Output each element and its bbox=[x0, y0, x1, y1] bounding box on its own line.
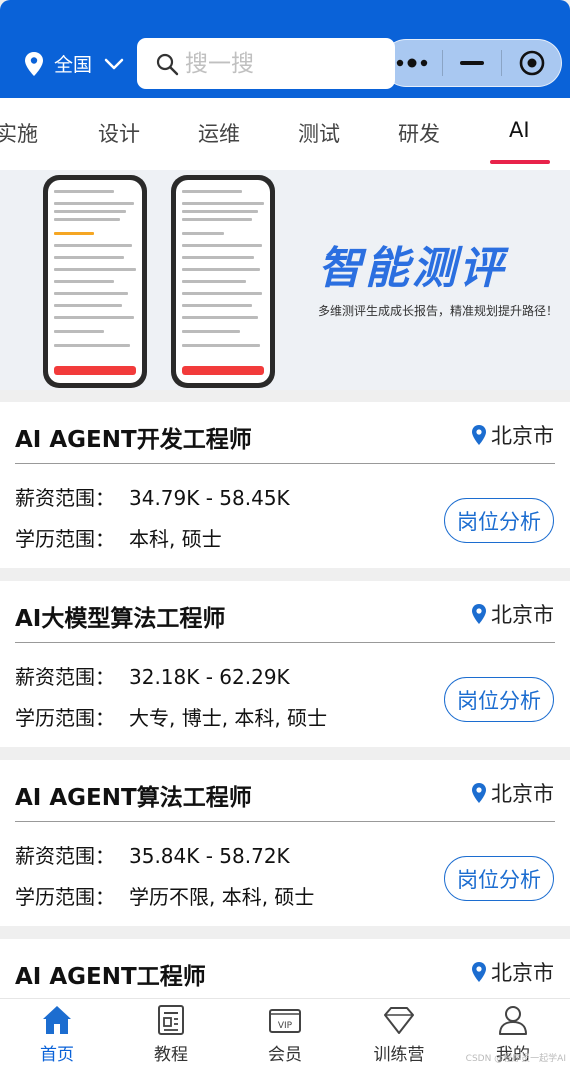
minimize-button[interactable] bbox=[443, 39, 502, 87]
miniprogram-capsule bbox=[382, 39, 562, 87]
city-label: 北京市 bbox=[491, 961, 554, 985]
nav-vip[interactable]: VIP 会员 bbox=[235, 1003, 335, 1067]
job-card[interactable]: AI AGENT工程师 北京市 bbox=[0, 939, 570, 998]
phone-screen bbox=[48, 180, 142, 383]
job-analysis-button[interactable]: 岗位分析 bbox=[444, 677, 554, 722]
minimize-icon bbox=[460, 61, 485, 65]
user-icon bbox=[499, 1006, 527, 1035]
city-label: 北京市 bbox=[491, 782, 554, 806]
salary-row: 薪资范围： 34.79K - 58.45K bbox=[15, 482, 290, 511]
search-box[interactable] bbox=[137, 38, 395, 89]
education-row: 学历范围： 学历不限, 本科, 硕士 bbox=[15, 881, 314, 910]
nav-home[interactable]: 首页 bbox=[7, 1003, 107, 1067]
top-header: 全国 bbox=[0, 0, 570, 98]
job-city: 北京市 bbox=[471, 420, 554, 450]
card-divider bbox=[15, 821, 555, 822]
job-card[interactable]: AI AGENT算法工程师 北京市 薪资范围： 35.84K - 58.72K 学… bbox=[0, 760, 570, 926]
tab-implementation[interactable]: 实施 bbox=[0, 118, 38, 148]
tab-testing[interactable]: 测试 bbox=[298, 118, 340, 148]
tab-rnd[interactable]: 研发 bbox=[398, 118, 440, 148]
chevron-down-icon bbox=[104, 58, 124, 69]
salary-row: 薪资范围： 32.18K - 62.29K bbox=[15, 661, 290, 690]
nav-label: 会员 bbox=[268, 1045, 302, 1065]
salary-label: 薪资范围： bbox=[15, 486, 115, 510]
job-title: AI大模型算法工程师 bbox=[15, 606, 226, 632]
location-pin-icon bbox=[472, 962, 486, 982]
education-row: 学历范围： 大专, 博士, 本科, 硕士 bbox=[15, 702, 327, 731]
banner-subtitle: 多维测评生成成长报告，精准规划提升路径！ bbox=[318, 304, 559, 318]
tab-operations[interactable]: 运维 bbox=[198, 118, 240, 148]
location-selector[interactable]: 全国 bbox=[24, 50, 124, 77]
job-card[interactable]: AI大模型算法工程师 北京市 薪资范围： 32.18K - 62.29K 学历范围… bbox=[0, 581, 570, 747]
diamond-icon bbox=[384, 1007, 414, 1034]
csdn-watermark: CSDN @程序员一起学AI bbox=[465, 1054, 566, 1064]
more-dots-icon bbox=[397, 58, 428, 68]
education-label: 学历范围： bbox=[15, 885, 115, 909]
job-title: AI AGENT算法工程师 bbox=[15, 785, 252, 811]
education-row: 学历范围： 本科, 硕士 bbox=[15, 523, 222, 552]
job-title: AI AGENT开发工程师 bbox=[15, 427, 252, 453]
banner-title: 智能测评 bbox=[318, 243, 506, 294]
education-label: 学历范围： bbox=[15, 527, 115, 551]
svg-text:VIP: VIP bbox=[278, 1021, 293, 1031]
location-pin-icon bbox=[472, 604, 486, 624]
education-value: 学历不限, 本科, 硕士 bbox=[129, 885, 315, 909]
salary-value: 35.84K - 58.72K bbox=[129, 844, 290, 868]
location-pin-icon bbox=[472, 783, 486, 803]
job-card[interactable]: AI AGENT开发工程师 北京市 薪资范围： 34.79K - 58.45K 学… bbox=[0, 402, 570, 568]
phone-mockup bbox=[43, 175, 147, 388]
location-pin-icon bbox=[472, 425, 486, 445]
tab-design[interactable]: 设计 bbox=[98, 118, 140, 148]
salary-row: 薪资范围： 35.84K - 58.72K bbox=[15, 840, 290, 869]
target-close-icon bbox=[519, 50, 544, 76]
nav-label: 教程 bbox=[154, 1045, 188, 1065]
search-icon bbox=[156, 53, 179, 75]
salary-value: 32.18K - 62.29K bbox=[129, 665, 290, 689]
nav-camp[interactable]: 训练营 bbox=[349, 1003, 449, 1067]
tutorial-icon bbox=[158, 1005, 184, 1035]
job-title: AI AGENT工程师 bbox=[15, 964, 206, 990]
location-label: 全国 bbox=[54, 54, 93, 76]
job-analysis-button[interactable]: 岗位分析 bbox=[444, 498, 554, 543]
vip-icon: VIP bbox=[269, 1009, 301, 1033]
nav-label: 训练营 bbox=[373, 1045, 425, 1065]
card-divider bbox=[15, 642, 555, 643]
salary-label: 薪资范围： bbox=[15, 844, 115, 868]
education-label: 学历范围： bbox=[15, 706, 115, 730]
location-pin-icon bbox=[25, 51, 43, 76]
salary-value: 34.79K - 58.45K bbox=[129, 486, 290, 510]
education-value: 本科, 硕士 bbox=[129, 527, 222, 551]
city-label: 北京市 bbox=[491, 603, 554, 627]
education-value: 大专, 博士, 本科, 硕士 bbox=[129, 706, 328, 730]
nav-tutorial[interactable]: 教程 bbox=[121, 1003, 221, 1067]
job-city: 北京市 bbox=[471, 599, 554, 629]
nav-label: 首页 bbox=[40, 1045, 74, 1065]
home-icon bbox=[43, 1006, 71, 1034]
more-button[interactable] bbox=[383, 39, 442, 87]
salary-label: 薪资范围： bbox=[15, 665, 115, 689]
promo-banner[interactable]: 智能测评 多维测评生成成长报告，精准规划提升路径！ bbox=[0, 170, 570, 390]
close-button[interactable] bbox=[502, 39, 561, 87]
card-divider bbox=[15, 463, 555, 464]
job-city: 北京市 bbox=[471, 957, 554, 987]
job-analysis-button[interactable]: 岗位分析 bbox=[444, 856, 554, 901]
phone-screen bbox=[176, 180, 270, 383]
job-city: 北京市 bbox=[471, 778, 554, 808]
category-tabs: 实施 设计 运维 测试 研发 AI bbox=[0, 98, 570, 170]
phone-mockup bbox=[171, 175, 275, 388]
tab-ai[interactable]: AI bbox=[509, 118, 530, 142]
bottom-nav: 首页 教程 VIP 会员 训练营 我的 CSDN @程序员一起学AI bbox=[0, 998, 570, 1068]
search-input[interactable] bbox=[185, 50, 385, 77]
city-label: 北京市 bbox=[491, 424, 554, 448]
active-tab-indicator bbox=[490, 160, 550, 164]
